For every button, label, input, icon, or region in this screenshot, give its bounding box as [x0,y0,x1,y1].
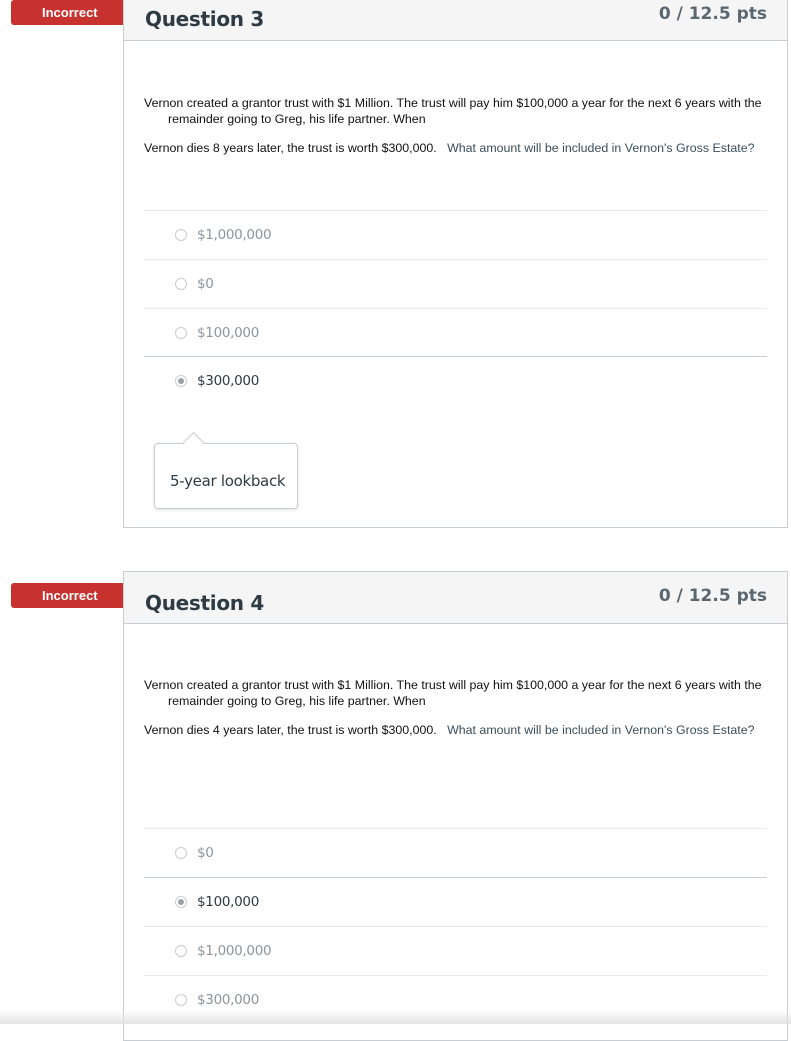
answer-list: $1,000,000 $0 $100,000 $300,000 [144,210,767,406]
answer-label: $0 [197,845,214,861]
question-text-part: Vernon dies 8 years later, the trust is … [144,141,437,155]
question-title: Question 3 [145,7,264,31]
question-text-line: Vernon created a grantor trust with $1 M… [144,678,762,708]
radio-button[interactable] [175,278,187,290]
radio-button-checked[interactable] [175,375,187,387]
radio-button[interactable] [175,847,187,859]
radio-button-checked[interactable] [175,896,187,908]
question-prompt: What amount will be included in Vernon's… [447,723,755,737]
answer-comment: 5-year lookback [154,443,298,509]
question-points: 0 / 12.5 pts [658,586,767,606]
question-text-line: Vernon dies 4 years later, the trust is … [144,722,764,738]
answer-label: $100,000 [197,325,260,341]
answer-label: $300,000 [197,992,260,1008]
answer-label: $1,000,000 [197,943,272,959]
answer-option[interactable]: $1,000,000 [144,926,767,975]
question-title: Question 4 [145,591,264,615]
question-text-line: Vernon dies 8 years later, the trust is … [144,140,764,156]
answer-label: $1,000,000 [197,227,272,243]
radio-button[interactable] [175,994,187,1006]
question-header: Question 4 0 / 12.5 pts [124,572,787,624]
answer-option[interactable]: $1,000,000 [144,210,767,259]
incorrect-badge: Incorrect [11,583,137,608]
radio-button[interactable] [175,945,187,957]
answer-option-selected[interactable]: $100,000 [144,877,767,926]
question-header: Question 3 0 / 12.5 pts [124,0,787,41]
answer-option[interactable]: $100,000 [144,308,767,357]
question-points: 0 / 12.5 pts [658,4,767,24]
question-text-part: Vernon dies 4 years later, the trust is … [144,723,437,737]
question-4-card: Question 4 0 / 12.5 pts Vernon created a… [123,571,788,1041]
question-prompt: What amount will be included in Vernon's… [447,141,755,155]
incorrect-badge: Incorrect [11,0,137,25]
question-text: Vernon created a grantor trust with $1 M… [144,677,764,751]
radio-button[interactable] [175,229,187,241]
question-text: Vernon created a grantor trust with $1 M… [144,95,764,169]
answer-option[interactable]: $0 [144,259,767,308]
bottom-fade [0,1010,791,1024]
answer-list: $0 $100,000 $1,000,000 $300,000 [144,828,767,1024]
radio-button[interactable] [175,327,187,339]
question-text-line: Vernon created a grantor trust with $1 M… [144,96,762,126]
answer-label: $100,000 [197,894,260,910]
answer-option[interactable]: $0 [144,828,767,877]
answer-label: $300,000 [197,373,260,389]
answer-label: $0 [197,276,214,292]
answer-option-selected[interactable]: $300,000 [144,357,767,406]
